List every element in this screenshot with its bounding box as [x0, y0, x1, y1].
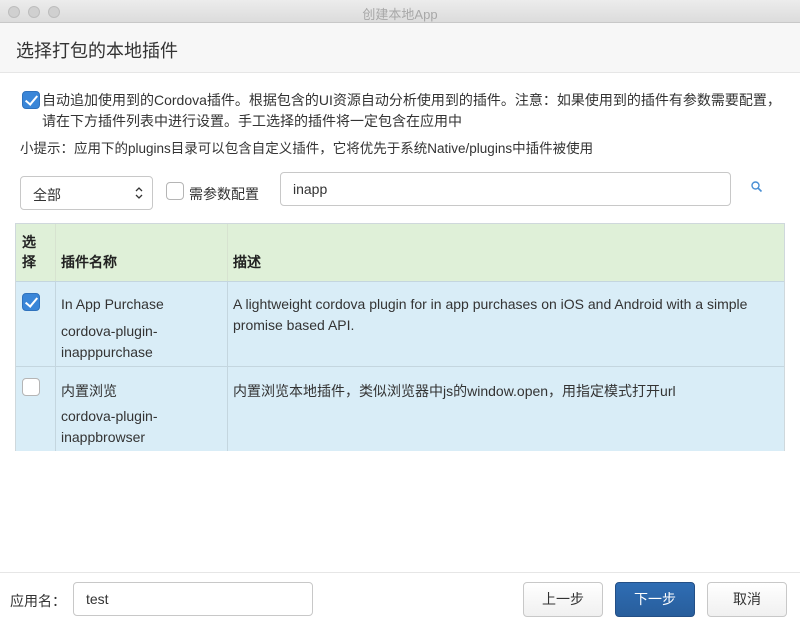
plugin-select-checkbox[interactable] — [22, 293, 40, 311]
name-column-header: 插件名称 — [56, 224, 228, 281]
dialog-footer: 应用名： test 上一步 下一步 取消 — [0, 572, 800, 620]
window-title: 创建本地App — [362, 7, 438, 22]
app-name-label: 应用名： — [10, 593, 66, 609]
tip-text: 小提示：应用下的plugins目录可以包含自定义插件，它将优先于系统Native… — [20, 141, 594, 156]
plugin-desc-cell: 内置浏览本地插件，类似浏览器中js的window.open，用指定模式打开url — [233, 383, 676, 399]
search-icon[interactable] — [750, 180, 764, 194]
app-name-value: test — [86, 591, 109, 607]
app-name-input[interactable]: test — [73, 582, 313, 616]
select-column-header: 选 择 — [16, 224, 56, 281]
table-row[interactable]: 内置浏览 cordova-plugin- inappbrowser 内置浏览本地… — [16, 366, 784, 451]
prev-step-button[interactable]: 上一步 — [523, 582, 603, 617]
desc-column-header: 描述 — [233, 254, 261, 270]
chevron-down-icon — [134, 186, 144, 203]
cancel-button[interactable]: 取消 — [707, 582, 787, 617]
search-input-value: inapp — [293, 181, 328, 197]
table-header-row: 选 择 插件名称 描述 — [16, 224, 784, 281]
auto-add-line-2: 请在下方插件列表中进行设置。手工选择的插件将一定包含在应用中 — [42, 113, 462, 129]
plugin-desc-cell: A lightweight cordova plugin for in app … — [233, 296, 748, 333]
table-row[interactable]: In App Purchase cordova-plugin- inapppur… — [16, 281, 784, 366]
needs-params-label: 需参数配置 — [189, 186, 259, 202]
window-titlebar: 创建本地App — [0, 0, 800, 23]
auto-add-description: 自动追加使用到的Cordova插件。根据包含的UI资源自动分析使用到的插件。注意… — [42, 90, 792, 132]
plugin-select-checkbox[interactable] — [22, 378, 40, 396]
needs-params-checkbox[interactable] — [166, 182, 184, 200]
plugin-name-cell: In App Purchase cordova-plugin- inapppur… — [56, 282, 228, 366]
category-select-value: 全部 — [33, 187, 61, 203]
category-select[interactable]: 全部 — [20, 176, 153, 210]
dialog-header: 选择打包的本地插件 — [0, 23, 800, 73]
auto-add-checkbox[interactable] — [22, 91, 40, 109]
plugin-name-cell: 内置浏览 cordova-plugin- inappbrowser — [56, 367, 228, 451]
search-input[interactable]: inapp — [280, 172, 731, 206]
auto-add-line-1: 自动追加使用到的Cordova插件。根据包含的UI资源自动分析使用到的插件。注意… — [42, 92, 781, 108]
plugin-table: 选 择 插件名称 描述 In App Purchase cordova-plug… — [15, 223, 785, 451]
next-step-button[interactable]: 下一步 — [615, 582, 695, 617]
page-title: 选择打包的本地插件 — [16, 41, 178, 61]
